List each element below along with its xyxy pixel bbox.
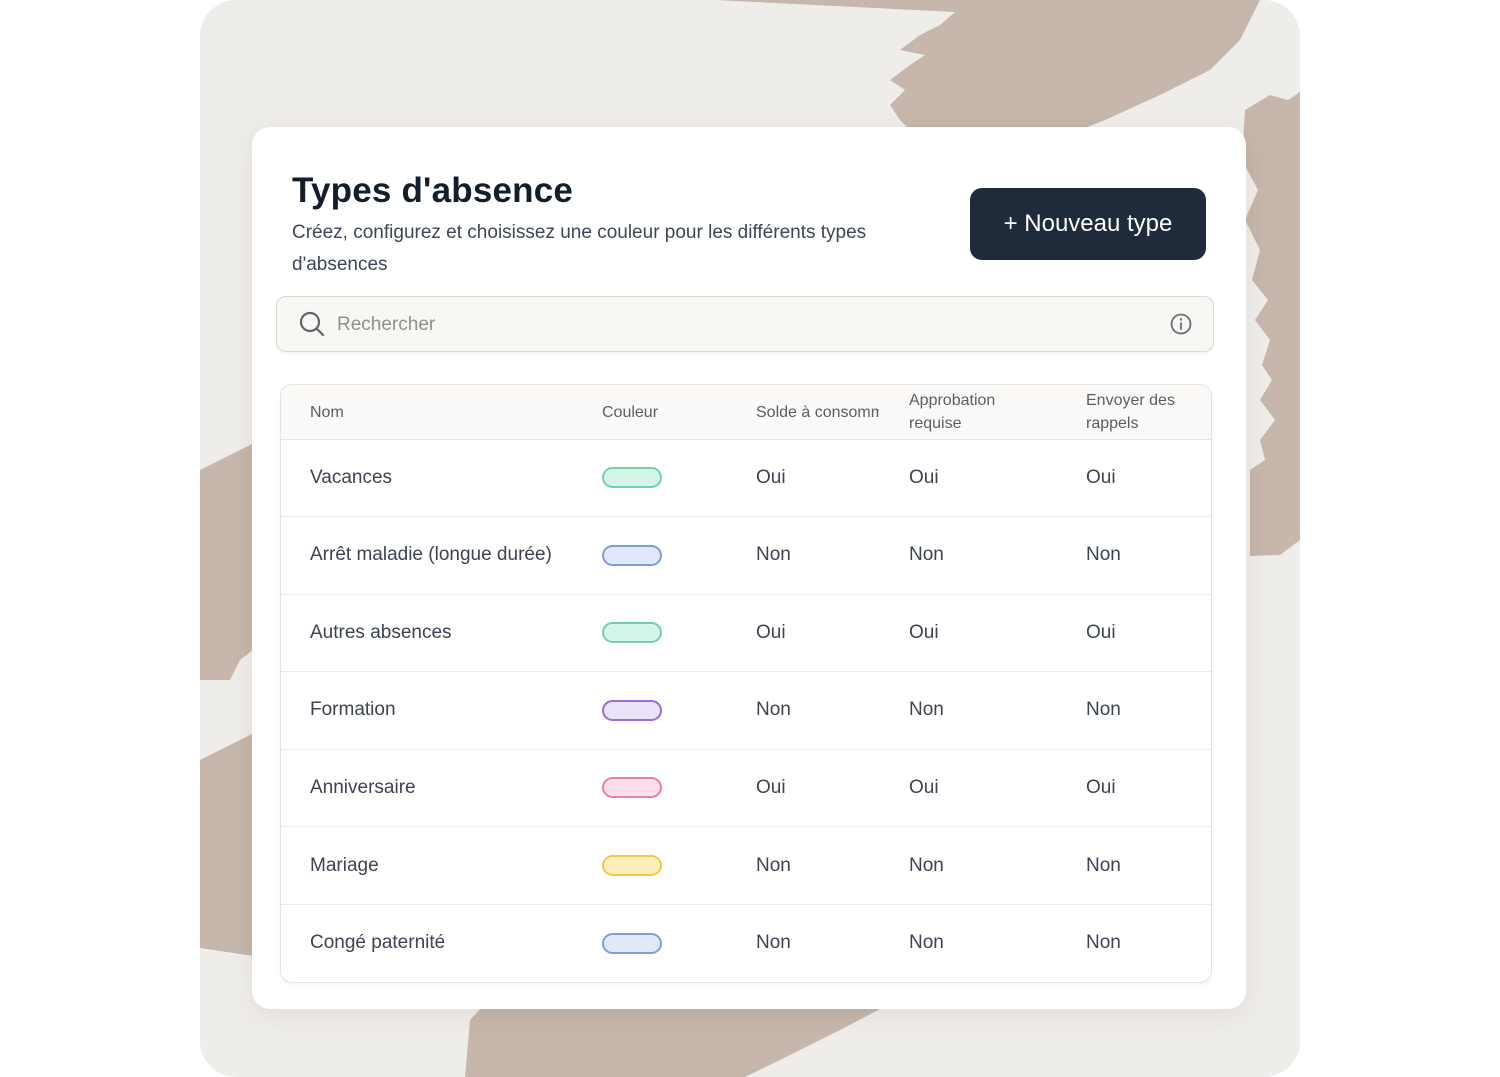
- cell-rappels: Non: [1086, 932, 1121, 954]
- new-type-button[interactable]: + Nouveau type: [970, 188, 1206, 260]
- cell-approbation: Non: [909, 932, 944, 954]
- cell-rappels: Non: [1086, 699, 1121, 721]
- cell-nom: Formation: [310, 699, 396, 721]
- table-row[interactable]: Mariage Non Non Non: [281, 827, 1211, 905]
- search-input[interactable]: [335, 305, 1139, 345]
- cell-approbation: Oui: [909, 621, 939, 643]
- cell-couleur: [602, 517, 662, 594]
- page-subtitle: Créez, configurez et choisissez une coul…: [292, 222, 867, 275]
- cell-couleur: [602, 827, 662, 904]
- cell-solde: Oui: [756, 776, 786, 798]
- cell-nom: Mariage: [310, 854, 379, 876]
- cell-nom: Autres absences: [310, 621, 452, 643]
- cell-approbation: Non: [909, 544, 944, 566]
- cell-solde: Non: [756, 932, 791, 954]
- table-header: Nom Couleur Solde à consommer Approbatio…: [281, 385, 1211, 440]
- color-swatch[interactable]: [602, 777, 662, 799]
- color-swatch[interactable]: [602, 544, 662, 566]
- cell-couleur: [602, 594, 662, 671]
- cell-solde: Non: [756, 544, 791, 566]
- cell-rappels: Oui: [1086, 621, 1116, 643]
- page-title: Types d'absence: [292, 171, 574, 210]
- cell-couleur: [602, 749, 662, 826]
- cell-approbation: Oui: [909, 466, 939, 488]
- color-swatch[interactable]: [602, 622, 662, 644]
- cell-solde: Non: [756, 699, 791, 721]
- cell-couleur: [602, 905, 662, 982]
- column-header-couleur[interactable]: Couleur: [602, 385, 722, 439]
- cell-rappels: Non: [1086, 544, 1121, 566]
- absence-types-table: Nom Couleur Solde à consommer Approbatio…: [280, 384, 1212, 983]
- color-swatch[interactable]: [602, 855, 662, 876]
- cell-nom: Vacances: [310, 466, 393, 488]
- cell-rappels: Non: [1086, 854, 1121, 876]
- cell-couleur: [602, 672, 662, 749]
- cell-nom: Anniversaire: [310, 776, 416, 798]
- cell-solde: Oui: [756, 621, 786, 643]
- info-icon[interactable]: [1169, 312, 1193, 336]
- cell-nom: Arrêt maladie (longue durée): [310, 544, 552, 566]
- color-swatch[interactable]: [602, 467, 662, 488]
- column-header-rappels[interactable]: Envoyer des rappels: [1086, 385, 1206, 439]
- cell-approbation: Oui: [909, 776, 939, 798]
- absence-types-card: Types d'absence Créez, configurez et cho…: [252, 127, 1246, 1009]
- cell-approbation: Non: [909, 699, 944, 721]
- cell-rappels: Oui: [1086, 776, 1116, 798]
- cell-solde: Oui: [756, 466, 786, 488]
- search-bar: [276, 296, 1214, 352]
- column-header-nom[interactable]: Nom: [310, 385, 570, 439]
- color-swatch[interactable]: [602, 932, 662, 954]
- search-icon: [299, 311, 325, 337]
- column-header-solde[interactable]: Solde à consommer: [756, 385, 879, 439]
- color-swatch[interactable]: [602, 699, 662, 721]
- table-row[interactable]: Formation Non Non Non: [281, 672, 1211, 750]
- cell-solde: Non: [756, 854, 791, 876]
- table-row[interactable]: Arrêt maladie (longue durée) Non Non Non: [281, 517, 1211, 595]
- table-row[interactable]: Autres absences Oui Oui Oui: [281, 594, 1211, 673]
- table-row[interactable]: Anniversaire Oui Oui Oui: [281, 749, 1211, 828]
- cell-couleur: [602, 439, 662, 516]
- column-header-approbation[interactable]: Approbation requise: [909, 385, 1049, 439]
- table-row[interactable]: Vacances Oui Oui Oui: [281, 439, 1211, 517]
- cell-nom: Congé paternité: [310, 932, 446, 954]
- cell-approbation: Non: [909, 854, 944, 876]
- cell-rappels: Oui: [1086, 466, 1116, 488]
- table-row[interactable]: Congé paternité Non Non Non: [281, 905, 1211, 982]
